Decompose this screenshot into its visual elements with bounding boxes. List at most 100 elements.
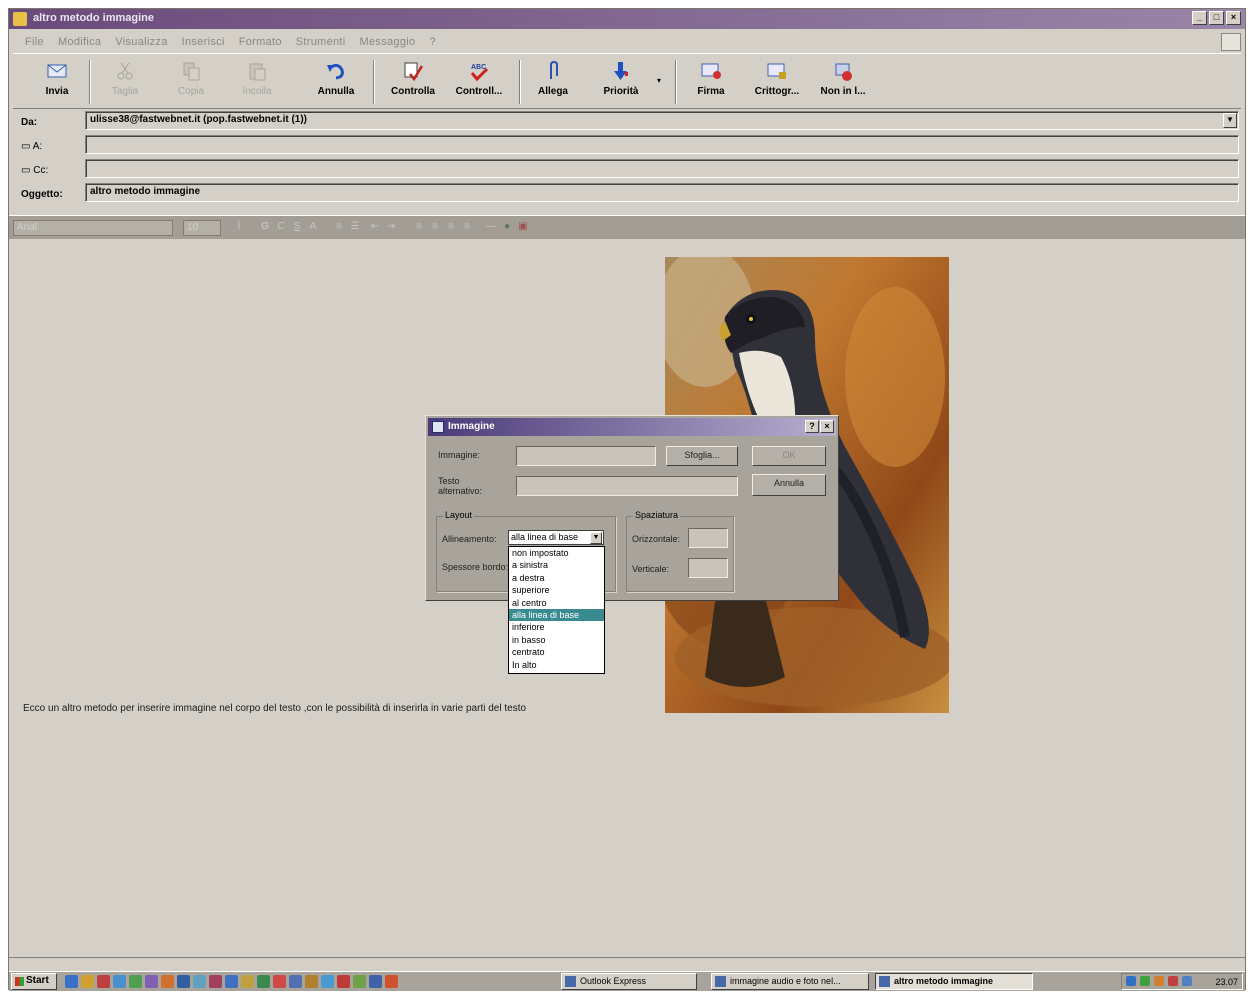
decrease-indent-icon[interactable]: ⇤ [369, 221, 381, 235]
app-icon[interactable] [177, 975, 190, 988]
media-icon[interactable] [97, 975, 110, 988]
menu-message[interactable]: Messaggio [360, 36, 416, 48]
app-tray-icon[interactable] [1154, 976, 1164, 986]
app-icon[interactable] [129, 975, 142, 988]
alignment-option[interactable]: al centro [509, 597, 604, 609]
app-icon[interactable] [241, 975, 254, 988]
align-center-icon[interactable]: ≡ [429, 221, 441, 235]
priority-dropdown-icon[interactable]: ▾ [657, 76, 661, 85]
alt-text-input[interactable] [516, 476, 738, 496]
paragraph-style-icon[interactable]: Ī [233, 221, 245, 235]
justify-icon[interactable]: ≡ [461, 221, 473, 235]
chevron-down-icon[interactable]: ▼ [590, 532, 602, 544]
send-button[interactable]: Invia [35, 58, 79, 106]
volume-icon[interactable] [1182, 976, 1192, 986]
app-icon[interactable] [161, 975, 174, 988]
font-name-select[interactable]: Arial [13, 220, 173, 236]
offline-button[interactable]: Non in l... [813, 58, 873, 106]
browse-button[interactable]: Sfoglia... [666, 446, 738, 466]
paste-button[interactable]: Incolla [235, 58, 279, 106]
task-compose-window[interactable]: altro metodo immagine [875, 973, 1033, 990]
app-icon[interactable] [225, 975, 238, 988]
app-icon[interactable] [337, 975, 350, 988]
copy-button[interactable]: Copia [169, 58, 213, 106]
alignment-option[interactable]: non impostato [509, 547, 604, 559]
cut-button[interactable]: Taglia [103, 58, 147, 106]
app-icon[interactable] [209, 975, 222, 988]
minimize-button[interactable]: _ [1192, 11, 1207, 25]
undo-button[interactable]: Annulla [309, 58, 363, 106]
app-icon[interactable] [193, 975, 206, 988]
menu-format[interactable]: Formato [239, 36, 282, 48]
from-combo[interactable]: ulisse38@fastwebnet.it (pop.fastwebnet.i… [85, 111, 1239, 130]
encrypt-button[interactable]: Crittogr... [749, 58, 805, 106]
menu-view[interactable]: Visualizza [115, 36, 167, 48]
app-icon[interactable] [353, 975, 366, 988]
to-field[interactable] [85, 135, 1239, 154]
app-icon[interactable] [273, 975, 286, 988]
priority-button[interactable]: Priorità [593, 58, 649, 106]
antivirus-icon[interactable] [1140, 976, 1150, 986]
close-button[interactable]: × [1226, 11, 1241, 25]
check-names-button[interactable]: Controlla [383, 58, 443, 106]
ie-icon[interactable] [65, 975, 78, 988]
cc-label[interactable]: ▭ Cc: [21, 165, 48, 176]
image-source-input[interactable] [516, 446, 656, 466]
app-icon[interactable] [369, 975, 382, 988]
menu-edit[interactable]: Modifica [58, 36, 101, 48]
app-icon[interactable] [321, 975, 334, 988]
app-icon[interactable] [289, 975, 302, 988]
alignment-option[interactable]: centrato [509, 646, 604, 658]
menu-tools[interactable]: Strumenti [296, 36, 346, 48]
attach-button[interactable]: Allega [531, 58, 575, 106]
underline-icon[interactable]: S [291, 221, 303, 235]
maximize-button[interactable]: □ [1209, 11, 1224, 25]
hyperlink-icon[interactable]: ● [501, 221, 513, 235]
numbered-list-icon[interactable]: ≡ [333, 221, 345, 235]
alignment-option[interactable]: a destra [509, 572, 604, 584]
chevron-down-icon[interactable]: ▼ [1223, 113, 1237, 128]
help-button[interactable]: ? [805, 420, 819, 433]
alignment-option[interactable]: a sinistra [509, 559, 604, 571]
task-browser[interactable]: immagine audio e foto nel... [711, 973, 869, 990]
cc-field[interactable] [85, 159, 1239, 178]
align-left-icon[interactable]: ≡ [413, 221, 425, 235]
menu-file[interactable]: File [25, 36, 44, 48]
title-bar[interactable]: altro metodo immagine _ □ × [9, 9, 1245, 29]
app-icon[interactable] [305, 975, 318, 988]
sign-button[interactable]: Firma [689, 58, 733, 106]
menu-insert[interactable]: Inserisci [182, 36, 225, 48]
app-tray-icon[interactable] [1168, 976, 1178, 986]
spelling-button[interactable]: ABC Controll... [447, 58, 511, 106]
horizontal-input[interactable] [688, 528, 728, 548]
horizontal-line-icon[interactable]: — [485, 221, 497, 235]
insert-picture-icon[interactable]: ▣ [517, 221, 529, 235]
subject-field[interactable]: altro metodo immagine [85, 183, 1239, 202]
app-icon[interactable] [257, 975, 270, 988]
alignment-option[interactable]: in basso [509, 634, 604, 646]
outlook-icon[interactable] [113, 975, 126, 988]
alignment-option[interactable]: superiore [509, 584, 604, 596]
align-right-icon[interactable]: ≡ [445, 221, 457, 235]
menu-help[interactable]: ? [429, 36, 435, 48]
cancel-button[interactable]: Annulla [752, 474, 826, 496]
font-color-icon[interactable]: A [307, 221, 319, 235]
app-icon[interactable] [385, 975, 398, 988]
italic-icon[interactable]: C [275, 221, 287, 235]
alignment-option[interactable]: alla linea di base [509, 608, 604, 622]
message-body[interactable]: Ecco un altro metodo per inserire immagi… [9, 241, 1239, 957]
task-outlook-express[interactable]: Outlook Express [561, 973, 697, 990]
app-icon[interactable] [145, 975, 158, 988]
ok-button[interactable]: OK [752, 446, 826, 466]
vertical-scrollbar[interactable] [1237, 241, 1245, 957]
network-icon[interactable] [1126, 976, 1136, 986]
dialog-close-button[interactable]: × [820, 420, 834, 433]
bullet-list-icon[interactable]: ☰ [349, 221, 361, 235]
bold-icon[interactable]: G [259, 221, 271, 235]
alignment-select[interactable]: alla linea di base ▼ [508, 530, 604, 545]
dialog-title-bar[interactable]: Immagine ? × [428, 418, 836, 436]
folder-icon[interactable] [81, 975, 94, 988]
vertical-input[interactable] [688, 558, 728, 578]
alignment-option[interactable]: inferiore [509, 621, 604, 633]
increase-indent-icon[interactable]: ⇥ [385, 221, 397, 235]
